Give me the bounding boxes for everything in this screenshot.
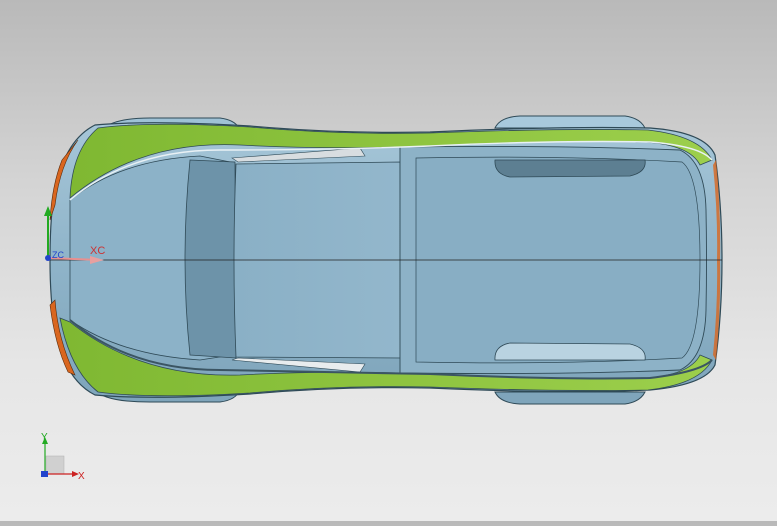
view-triad [41, 437, 79, 477]
wheel-fender-front-top [494, 115, 646, 129]
graphics-viewport[interactable]: XC ZC Y X [0, 0, 777, 521]
triad-y-label: Y [41, 432, 48, 443]
wheel-fender-front-bottom [494, 391, 646, 405]
hood-vent-top[interactable] [494, 159, 646, 178]
zc-label: ZC [52, 250, 64, 260]
model-canvas[interactable]: XC ZC Y X [0, 0, 777, 521]
xc-label: XC [90, 245, 105, 257]
triad-x-label: X [78, 471, 85, 482]
hood-vent-bottom[interactable] [494, 342, 646, 361]
rear-window[interactable] [184, 159, 237, 359]
